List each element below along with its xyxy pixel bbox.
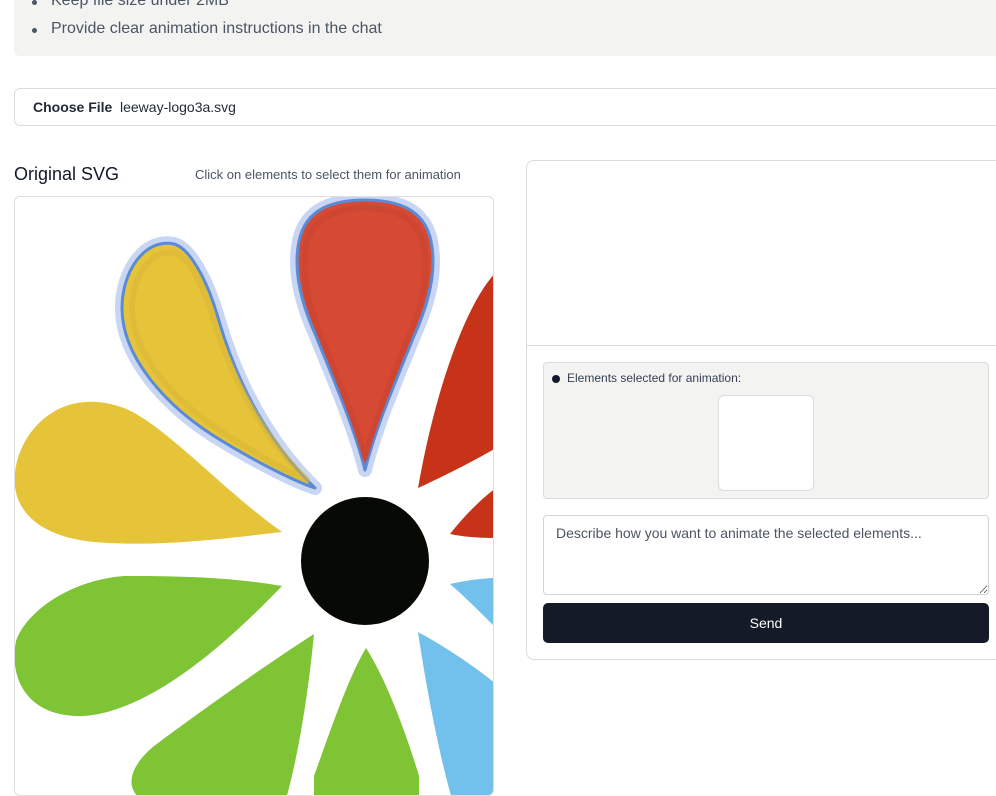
bullet-icon bbox=[552, 375, 560, 383]
upload-guidelines: Keep file size under 2MB Provide clear a… bbox=[14, 0, 996, 56]
send-button[interactable]: Send bbox=[543, 603, 989, 643]
petal-blue-right-lower[interactable] bbox=[418, 632, 494, 796]
flower-logo bbox=[15, 197, 494, 796]
selection-hint: Click on elements to select them for ani… bbox=[195, 167, 461, 182]
choose-file-button[interactable]: Choose File bbox=[33, 99, 112, 115]
guideline-item: Keep file size under 2MB bbox=[32, 0, 229, 10]
original-svg-canvas bbox=[14, 196, 494, 796]
selected-elements-label: Elements selected for animation: bbox=[567, 371, 742, 385]
selected-elements-box: Elements selected for animation: bbox=[543, 362, 989, 499]
original-svg-title: Original SVG bbox=[14, 164, 120, 184]
guideline-item: Provide clear animation instructions in … bbox=[32, 20, 382, 37]
selected-file-name: leeway-logo3a.svg bbox=[120, 99, 236, 115]
petal-red-right-lower[interactable] bbox=[450, 488, 494, 538]
flower-center[interactable] bbox=[301, 497, 429, 625]
chat-history bbox=[527, 161, 996, 346]
petal-green-bottom[interactable] bbox=[314, 648, 419, 796]
animation-prompt-input[interactable] bbox=[543, 515, 989, 595]
selected-element-thumbnail[interactable] bbox=[718, 395, 814, 491]
petal-blue-right-upper[interactable] bbox=[450, 578, 494, 628]
file-input[interactable]: Choose File leeway-logo3a.svg bbox=[14, 88, 996, 126]
animation-panel: Elements selected for animation: Send bbox=[526, 160, 996, 660]
